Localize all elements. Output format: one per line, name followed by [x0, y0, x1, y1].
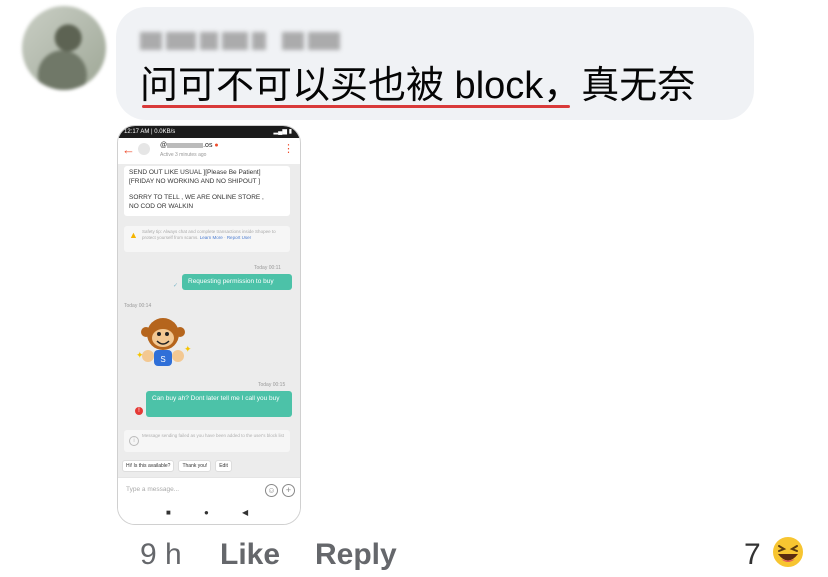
chat-header: ← @ .os ● Active 3 minutes ago ⋮ — [118, 138, 300, 165]
like-button[interactable]: Like — [220, 537, 280, 573]
quick-reply-chip: Hi! Is this available? — [122, 460, 175, 472]
back-icon: ◀ — [242, 508, 249, 517]
quick-reply-chips: Hi! Is this available? Thank you! Edit — [122, 460, 232, 472]
home-icon: ● — [204, 508, 209, 517]
comment-timestamp[interactable]: 9 h — [140, 537, 182, 573]
status-time: 12:17 AM | 0.0KB/s — [124, 129, 176, 135]
chat-active-status: Active 3 minutes ago — [160, 152, 207, 158]
safety-warning: ▲ Safety tip: Always chat and complete t… — [124, 226, 290, 252]
message-input-placeholder: Type a message... — [126, 486, 180, 493]
svg-text:✦: ✦ — [136, 351, 144, 361]
message-timestamp: Today 00:15 — [258, 382, 286, 388]
chat-username: @ .os ● — [160, 142, 219, 149]
monkey-sticker-icon: S ✦ ✦ — [136, 318, 192, 366]
quick-reply-chip: Edit — [215, 460, 232, 472]
chat-area: SEND OUT LIKE USUAL ][Please Be Patient]… — [118, 164, 300, 477]
seller-message: SEND OUT LIKE USUAL ][Please Be Patient]… — [124, 166, 290, 216]
outgoing-message: Requesting permission to buy — [182, 274, 292, 290]
reaction-count[interactable]: 7 — [744, 537, 761, 573]
laughing-emoji-icon[interactable] — [770, 534, 806, 570]
android-nav-bar: ■ ● ◀ — [118, 503, 300, 524]
recent-apps-icon: ■ — [166, 508, 171, 517]
emoji-icon: ☺ — [265, 484, 278, 497]
back-arrow-icon: ← — [122, 142, 135, 157]
failed-error-icon: ! — [135, 407, 143, 415]
message-timestamp: Today 00:11 — [254, 265, 281, 271]
more-menu-icon: ⋮ — [283, 143, 294, 155]
plus-icon: + — [282, 484, 295, 497]
signal-icon: ▂▄▆ ▮ — [273, 129, 292, 135]
commenter-avatar[interactable] — [22, 6, 106, 90]
phone-status-bar: 12:17 AM | 0.0KB/s ▂▄▆ ▮ — [118, 126, 300, 138]
outgoing-message-failed: Can buy ah? Dont later tell me I call yo… — [146, 391, 292, 417]
commenter-name-blurred[interactable] — [140, 30, 340, 52]
red-underline-annotation — [142, 105, 570, 108]
reply-button[interactable]: Reply — [315, 537, 397, 573]
message-input-bar: Type a message... ☺ + — [118, 477, 300, 504]
svg-text:✦: ✦ — [184, 345, 192, 355]
warning-icon: ▲ — [129, 230, 138, 240]
comment-text: 问可不可以买也被 block，真无奈 — [140, 65, 696, 107]
block-notice: i Message sending failed as you have bee… — [124, 430, 290, 452]
info-icon: i — [129, 436, 139, 446]
quick-reply-chip: Thank you! — [178, 460, 212, 472]
chat-avatar — [138, 143, 150, 155]
sent-check-icon: ✓ — [173, 283, 179, 289]
message-timestamp: Today 00:14 — [124, 303, 152, 309]
svg-text:S: S — [160, 355, 165, 364]
chat-screenshot-image[interactable]: 12:17 AM | 0.0KB/s ▂▄▆ ▮ ← @ .os ● Active… — [117, 125, 301, 525]
